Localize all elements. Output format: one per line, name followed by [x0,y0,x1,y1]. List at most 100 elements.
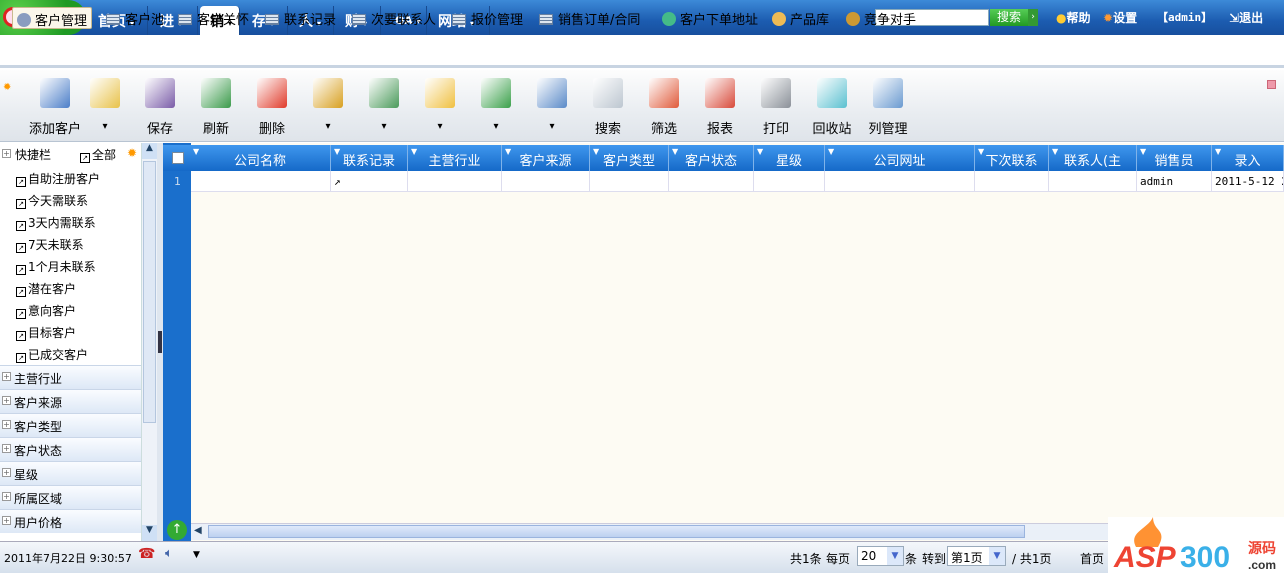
toolbar-button-10[interactable]: 搜索 [583,78,633,137]
gear-icon[interactable]: ✹ [3,82,11,93]
phone-icon[interactable]: ☎ [138,546,155,562]
column-header-4[interactable]: ▼ 客户类型 [590,145,669,171]
sidebar-group-1[interactable]: + 客户来源 [0,389,141,413]
sidebar-shortcut-4[interactable]: ↗ 1个月未联系 [16,258,96,275]
table-cell[interactable] [669,171,754,192]
per-page-select[interactable]: 20 ▼ [857,546,904,566]
column-menu-icon[interactable]: ▼ [593,147,599,156]
column-header-9[interactable]: ▼ 联系人(主 [1049,145,1137,171]
toolbar-button-11[interactable]: 筛选 [639,78,689,137]
menu-caret-icon[interactable]: ▼ [193,550,200,560]
table-cell[interactable] [408,171,502,192]
table-cell[interactable] [502,171,590,192]
subnav-item-1[interactable]: 客户池 [102,7,168,29]
sidebar-group-0[interactable]: + 主营行业 [0,365,141,389]
sidebar-group-5[interactable]: + 所属区域 [0,485,141,509]
toolbar-button-2[interactable]: 保存 [135,78,185,137]
table-cell[interactable]: 2011-5-12 2 [1212,171,1284,192]
toolbar-button-14[interactable]: 回收站 [807,78,857,137]
toolbar-button-15[interactable]: 列管理 [863,78,913,137]
toolbar-button-4[interactable]: 删除 [247,78,297,137]
toolbar-button-5[interactable]: ▾ [303,78,353,133]
sidebar-shortcut-8[interactable]: ↗ 已成交客户 [16,346,88,363]
column-menu-icon[interactable]: ▼ [978,147,984,156]
sidebar-scrollbar[interactable]: ▲ ▼ [141,143,157,541]
toolbar-button-13[interactable]: 打印 [751,78,801,137]
subnav-item-2[interactable]: 客户关怀 [174,7,253,29]
column-header-7[interactable]: ▼ 公司网址 [825,145,975,171]
column-header-8[interactable]: ▼ 下次联系 [975,145,1049,171]
column-header-5[interactable]: ▼ 客户状态 [669,145,754,171]
toolbar-button-6[interactable]: ▾ [359,78,409,133]
expand-icon[interactable]: + [2,420,11,429]
expand-icon[interactable]: + [2,149,11,158]
toolbar-button-1[interactable]: ▾ [80,78,130,133]
scroll-top-icon[interactable]: ↑ [167,520,187,540]
subnav-item-9[interactable]: 竞争对手 [842,7,920,29]
select-all-checkbox[interactable] [172,152,184,164]
column-menu-icon[interactable]: ▼ [828,147,834,156]
column-header-1[interactable]: ▼ 联系记录 [331,145,408,171]
sidebar-shortcut-6[interactable]: ↗ 意向客户 [16,302,76,319]
subnav-item-7[interactable]: 客户下单地址 [658,7,762,29]
sidebar-shortcut-3[interactable]: ↗ 7天未联系 [16,236,84,253]
toolbar-button-9[interactable]: ▾ [527,78,577,133]
search-go-icon[interactable]: › [1028,9,1038,26]
settings-link[interactable]: ✹设置 [1103,9,1137,26]
sidebar-shortcut-0[interactable]: ↗ 自助注册客户 [16,170,100,187]
table-cell[interactable] [825,171,975,192]
column-menu-icon[interactable]: ▼ [193,147,199,156]
column-header-3[interactable]: ▼ 客户来源 [502,145,590,171]
search-button[interactable]: 搜索 [990,9,1028,26]
first-page-link[interactable]: 首页 [1080,550,1104,567]
sidebar-group-2[interactable]: + 客户类型 [0,413,141,437]
column-header-2[interactable]: ▼ 主营行业 [408,145,502,171]
table-cell[interactable] [1049,171,1137,192]
column-menu-icon[interactable]: ▼ [334,147,340,156]
table-cell[interactable] [754,171,825,192]
column-menu-icon[interactable]: ▼ [505,147,511,156]
subnav-item-0[interactable]: 客户管理 [12,7,93,29]
table-cell[interactable] [975,171,1049,192]
column-menu-icon[interactable]: ▼ [672,147,678,156]
refresh-icon[interactable]: ✹ [127,146,137,160]
table-cell[interactable] [590,171,669,192]
expand-icon[interactable]: + [2,372,11,381]
speaker-icon[interactable]: 🔈︎ [165,546,173,561]
sidebar-shortcut-5[interactable]: ↗ 潜在客户 [16,280,76,297]
toolbar-button-12[interactable]: 报表 [695,78,745,137]
column-header-10[interactable]: ▼ 销售员 [1137,145,1212,171]
table-cell[interactable] [190,171,331,192]
sidebar-shortcut-1[interactable]: ↗ 今天需联系 [16,192,88,209]
subnav-item-8[interactable]: 产品库 [768,7,833,29]
sidebar-group-4[interactable]: + 星级 [0,461,141,485]
page-select[interactable]: 第1页 ▼ [947,546,1006,566]
close-icon[interactable] [1267,80,1276,89]
sidebar-group-6[interactable]: + 用户价格 [0,509,141,533]
table-cell[interactable]: admin [1137,171,1212,192]
expand-icon[interactable]: + [2,444,11,453]
column-menu-icon[interactable]: ▼ [411,147,417,156]
show-all-link[interactable]: ↗ 全部 [80,146,116,163]
expand-icon[interactable]: + [2,396,11,405]
expand-icon[interactable]: + [2,468,11,477]
help-link[interactable]: ●帮助 [1056,9,1091,26]
toolbar-button-0[interactable]: 添加客户 [27,78,83,137]
subnav-item-6[interactable]: 销售订单/合同 [535,7,644,29]
column-header-0[interactable]: ▼ 公司名称 [190,145,331,171]
column-menu-icon[interactable]: ▼ [1052,147,1058,156]
logout-link[interactable]: ⇲退出 [1229,9,1263,26]
table-row[interactable]: ↗ admin 2011-5-12 2 [191,171,1284,192]
subnav-item-5[interactable]: 报价管理 [448,7,527,29]
expand-icon[interactable]: + [2,492,11,501]
toolbar-button-8[interactable]: ▾ [471,78,521,133]
scrollbar-thumb[interactable] [208,525,1025,538]
sidebar-shortcut-7[interactable]: ↗ 目标客户 [16,324,76,341]
toolbar-button-3[interactable]: 刷新 [191,78,241,137]
column-menu-icon[interactable]: ▼ [1140,147,1146,156]
sidebar-shortcut-2[interactable]: ↗ 3天内需联系 [16,214,96,231]
column-header-11[interactable]: ▼ 录入 [1212,145,1284,171]
column-menu-icon[interactable]: ▼ [757,147,763,156]
table-cell[interactable]: ↗ [331,171,408,192]
toolbar-button-7[interactable]: ▾ [415,78,465,133]
